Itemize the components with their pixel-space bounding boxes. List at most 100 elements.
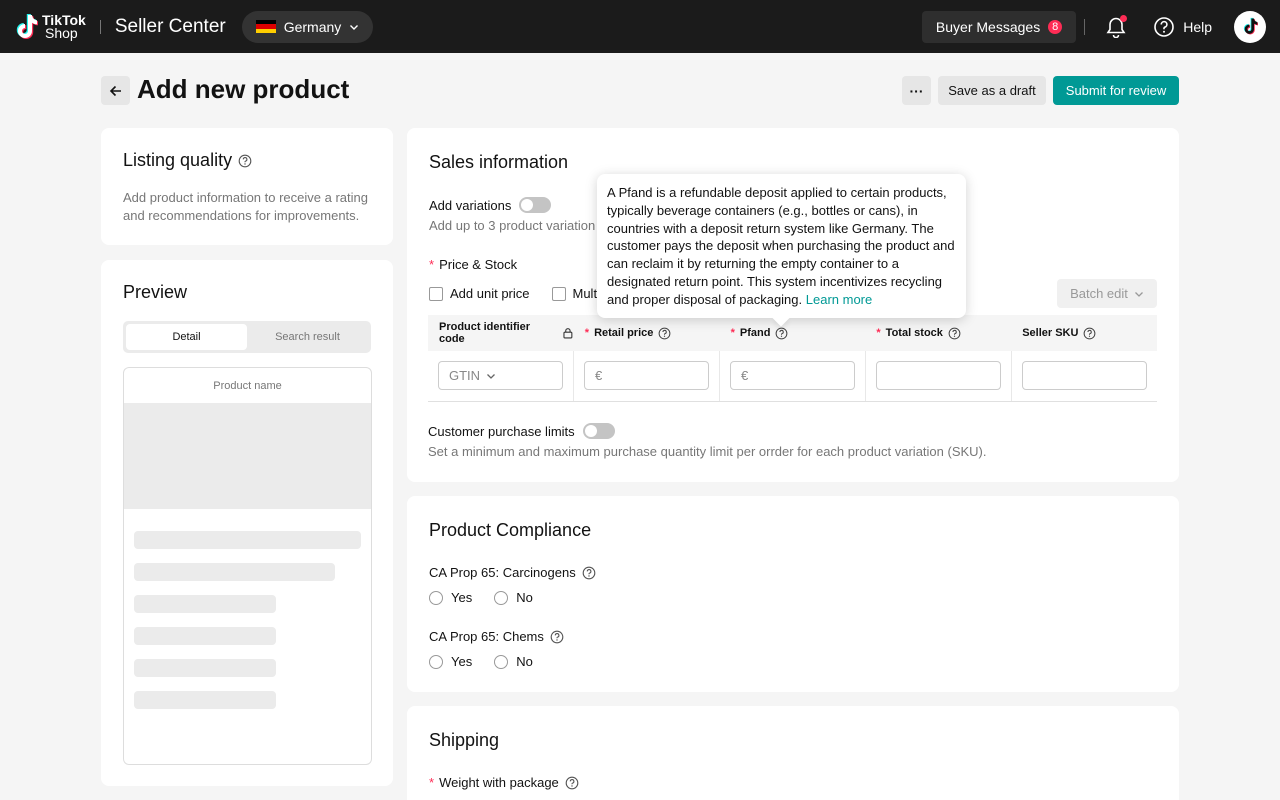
sales-information-title: Sales information: [429, 152, 569, 172]
seller-sku-input[interactable]: [1022, 361, 1147, 390]
arrow-left-icon: [109, 85, 121, 96]
back-button[interactable]: [101, 76, 130, 105]
chevron-down-icon: [350, 24, 359, 30]
batch-edit-label: Batch edit: [1070, 286, 1128, 301]
cell-product-identifier: GTIN: [428, 351, 574, 401]
variations-label: Add variations: [429, 197, 512, 213]
chems-yes-option[interactable]: Yes: [429, 654, 472, 669]
listing-quality-card: Listing quality Add product information …: [101, 128, 393, 245]
cell-seller-sku: [1012, 351, 1157, 401]
skeleton-line: [134, 691, 276, 709]
help-circle-icon[interactable]: [550, 630, 564, 644]
radio-button[interactable]: [429, 654, 443, 669]
preview-card: Preview Detail Search result Product nam…: [101, 260, 393, 786]
currency-prefix: €: [741, 368, 749, 383]
shipping-card: Shipping * Weight with package: [407, 706, 1179, 800]
region-label: Germany: [283, 18, 342, 35]
preview-title: Preview: [123, 282, 188, 302]
required-marker: *: [876, 327, 881, 339]
brand-logo[interactable]: TikTok Shop: [14, 13, 86, 41]
submit-for-review-button[interactable]: Submit for review: [1053, 76, 1179, 105]
help-circle-icon[interactable]: [948, 327, 961, 340]
column-retail-price: * Retail price: [574, 315, 720, 351]
skeleton-line: [134, 531, 361, 549]
product-compliance-title: Product Compliance: [429, 520, 592, 540]
add-unit-price-checkbox[interactable]: [429, 286, 443, 301]
option-label: No: [516, 590, 533, 605]
help-circle-icon[interactable]: [238, 154, 252, 168]
carcinogens-no-option[interactable]: No: [494, 590, 533, 605]
purchase-limits-row: Customer purchase limits: [428, 423, 615, 439]
skeleton-line: [134, 627, 276, 645]
cell-total-stock: [866, 351, 1012, 401]
product-image-placeholder: [124, 403, 371, 509]
help-circle-icon[interactable]: [582, 566, 596, 580]
required-marker: *: [730, 327, 735, 339]
multi-checkbox[interactable]: [551, 286, 566, 301]
tab-search-result[interactable]: Search result: [247, 324, 368, 350]
gtin-value: GTIN: [449, 368, 481, 383]
retail-price-input[interactable]: €: [584, 361, 709, 390]
radio-button[interactable]: [429, 590, 443, 605]
option-label: Yes: [451, 654, 473, 669]
carcinogens-options: Yes No: [429, 590, 1157, 605]
avatar[interactable]: [1234, 10, 1266, 43]
required-marker: *: [429, 775, 435, 790]
tiktok-logo-icon: [1243, 17, 1258, 35]
buyer-messages-count-badge: 8: [1048, 19, 1063, 34]
buyer-messages-label: Buyer Messages: [935, 18, 1041, 35]
tiktok-logo-icon: [16, 13, 38, 39]
question-label: CA Prop 65: Carcinogens: [429, 565, 576, 580]
column-label: Seller SKU: [1022, 327, 1079, 339]
help-button[interactable]: Help: [1153, 16, 1212, 38]
divider: [99, 19, 101, 34]
option-label: No: [516, 654, 533, 669]
carcinogens-yes-option[interactable]: Yes: [429, 590, 472, 605]
batch-edit-button[interactable]: Batch edit: [1057, 279, 1157, 308]
required-marker: *: [429, 257, 435, 272]
required-marker: *: [584, 327, 590, 339]
price-stock-label: Price & Stock: [439, 257, 518, 272]
more-options-button[interactable]: ···: [902, 76, 931, 105]
column-seller-sku: Seller SKU: [1011, 315, 1157, 351]
brand-line2: Shop: [45, 24, 78, 41]
notification-dot: [1120, 14, 1128, 22]
notifications-button[interactable]: [1105, 14, 1128, 38]
shipping-title: Shipping: [429, 730, 500, 750]
help-label: Help: [1183, 18, 1212, 35]
help-circle-icon[interactable]: [1083, 327, 1096, 340]
weight-with-package-row: * Weight with package: [429, 775, 1157, 790]
radio-button[interactable]: [494, 590, 509, 605]
pfand-input[interactable]: €: [730, 361, 855, 390]
price-stock-table: Product identifier code * Retail price *…: [428, 315, 1157, 402]
column-label: Pfand: [739, 327, 771, 339]
tab-detail[interactable]: Detail: [126, 324, 247, 350]
listing-quality-title: Listing quality: [123, 150, 233, 170]
total-stock-input[interactable]: [876, 361, 1001, 390]
help-circle-icon[interactable]: [775, 327, 788, 340]
listing-quality-description: Add product information to receive a rat…: [123, 190, 368, 223]
chems-options: Yes No: [429, 654, 1157, 669]
variations-toggle[interactable]: [519, 197, 552, 213]
chems-no-option[interactable]: No: [494, 654, 533, 669]
region-selector[interactable]: Germany: [241, 10, 374, 43]
help-circle-icon[interactable]: [565, 776, 579, 790]
purchase-limits-hint: Set a minimum and maximum purchase quant…: [428, 444, 987, 459]
purchase-limits-toggle[interactable]: [582, 423, 615, 439]
table-row: GTIN € €: [428, 351, 1157, 402]
save-draft-button[interactable]: Save as a draft: [938, 76, 1046, 105]
help-circle-icon[interactable]: [658, 327, 671, 340]
gtin-select[interactable]: GTIN: [438, 361, 563, 390]
chevron-down-icon: [1134, 291, 1143, 297]
product-compliance-card: Product Compliance CA Prop 65: Carcinoge…: [407, 496, 1179, 692]
preview-tabs: Detail Search result: [123, 321, 371, 353]
radio-button[interactable]: [494, 654, 509, 669]
buyer-messages-button[interactable]: Buyer Messages 8: [921, 10, 1077, 43]
skeleton-line: [134, 659, 276, 677]
column-label: Total stock: [885, 327, 943, 339]
cell-pfand: €: [720, 351, 866, 401]
learn-more-link[interactable]: Learn more: [806, 292, 872, 307]
column-product-identifier: Product identifier code: [428, 315, 574, 351]
column-total-stock: * Total stock: [865, 315, 1011, 351]
chevron-down-icon: [487, 373, 496, 379]
